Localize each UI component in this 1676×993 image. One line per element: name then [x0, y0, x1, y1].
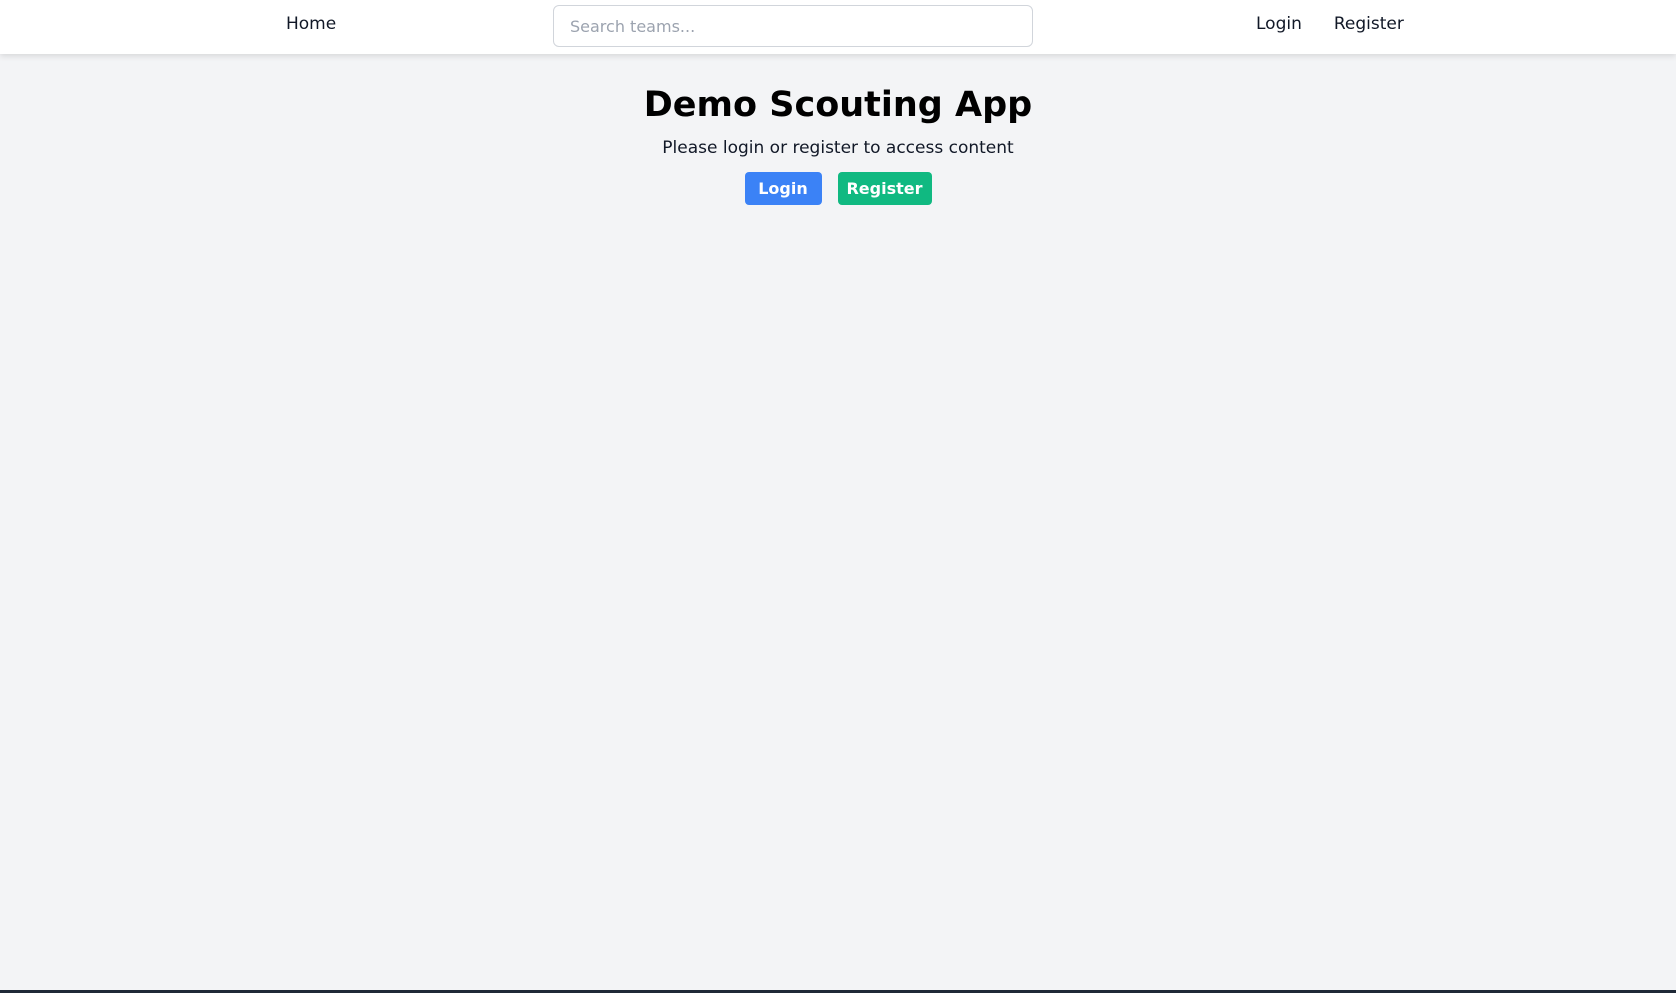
login-button[interactable]: Login — [744, 172, 822, 205]
page-subtitle: Please login or register to access conte… — [662, 138, 1014, 158]
search-input[interactable] — [553, 5, 1033, 47]
search-container — [553, 5, 1033, 47]
top-navbar: Home Login Register — [0, 0, 1676, 54]
page-title: Demo Scouting App — [643, 85, 1033, 125]
nav-login-link[interactable]: Login — [1256, 14, 1302, 34]
auth-actions: Login Register — [0, 172, 1676, 205]
nav-auth-links: Login Register — [1256, 14, 1404, 34]
nav-register-link[interactable]: Register — [1334, 14, 1404, 34]
nav-home-link[interactable]: Home — [286, 14, 336, 34]
register-button[interactable]: Register — [837, 172, 932, 205]
main-content: Demo Scouting App Please login or regist… — [0, 54, 1676, 205]
